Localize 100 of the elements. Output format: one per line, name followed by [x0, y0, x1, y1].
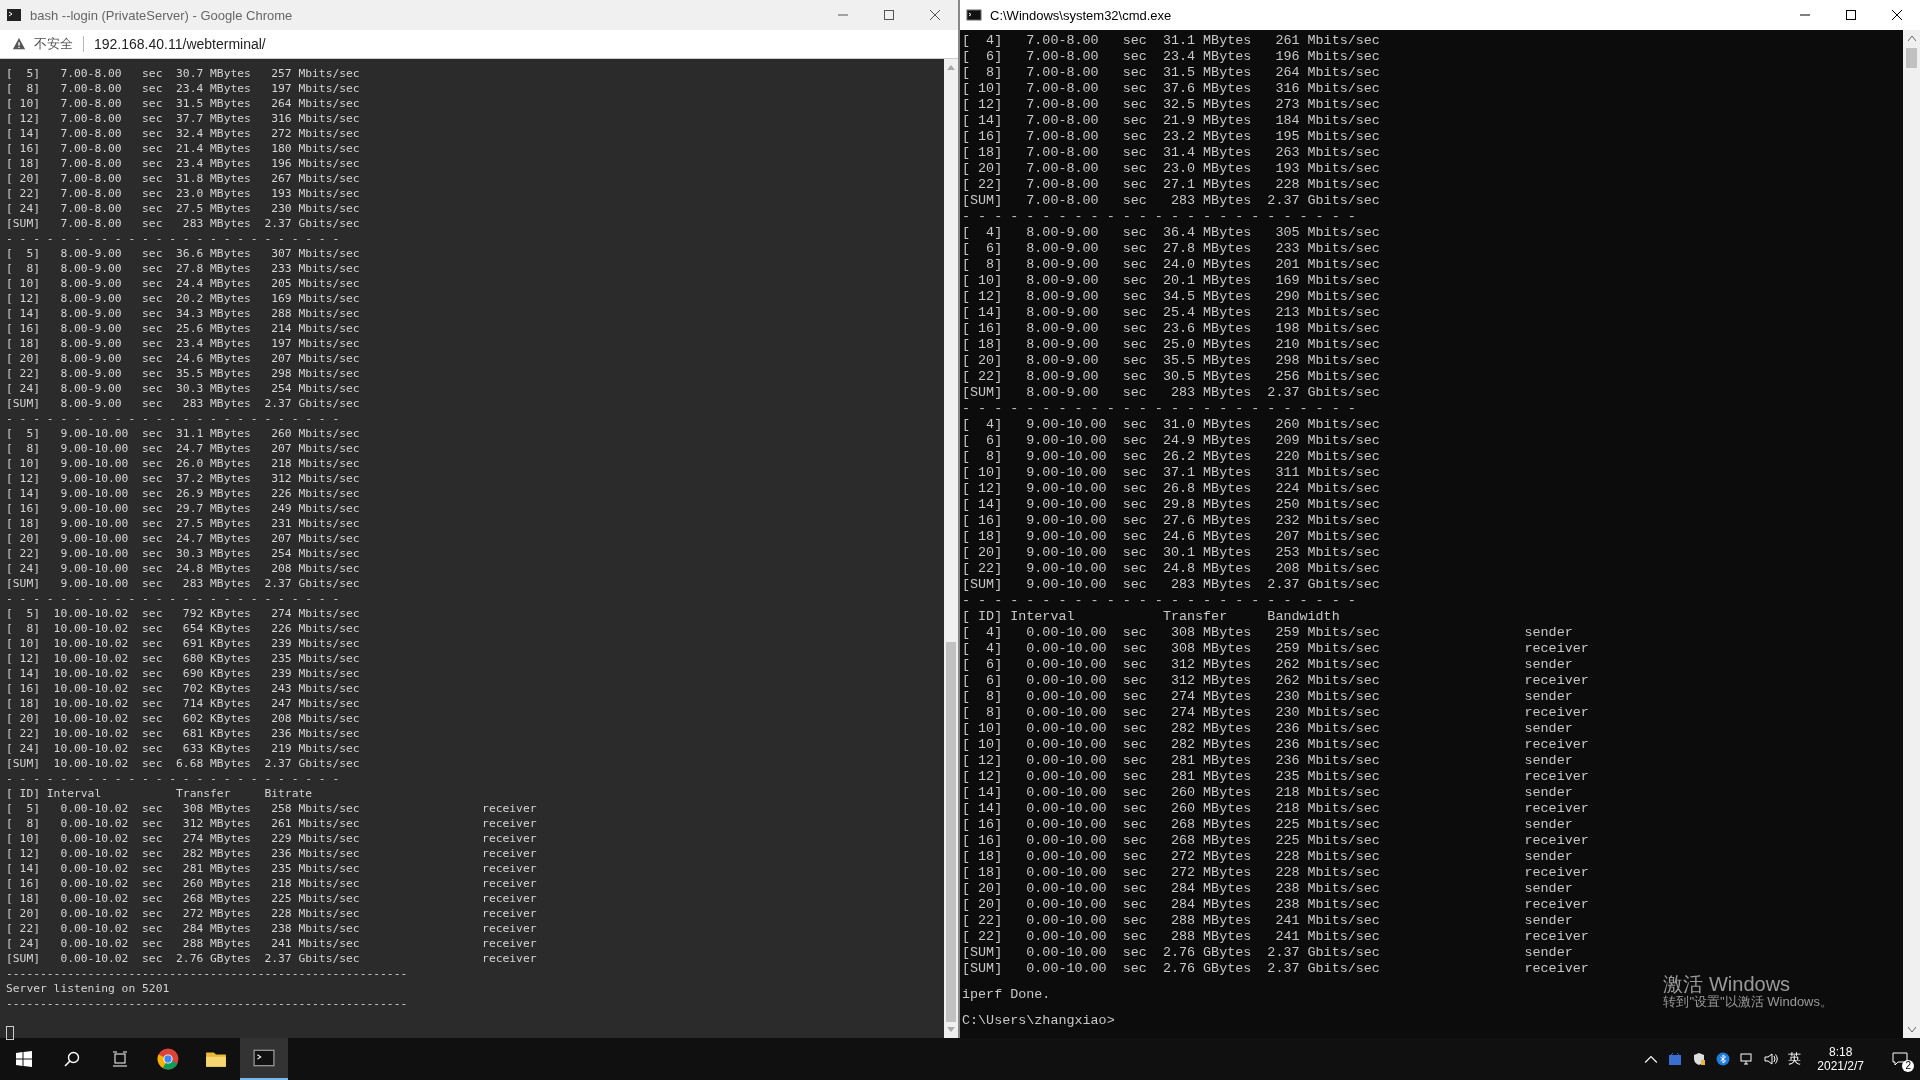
window-title: bash --login (PrivateServer) - Google Chrome	[30, 7, 293, 23]
terminal-line: [ 16] 7.00-8.00 sec 21.4 MBytes 180 Mbits/sec	[6, 141, 360, 156]
terminal-line: [ 18] 8.00-9.00 sec 23.4 MBytes 197 Mbits/sec	[6, 336, 360, 351]
bluetooth-icon[interactable]	[1716, 1052, 1731, 1066]
terminal-line: [SUM] 0.00-10.00 sec 2.76 GBytes 2.37 Gbits/sec sender	[962, 945, 1573, 961]
notification-button[interactable]: 2	[1880, 1038, 1920, 1080]
terminal-line: [ 10] 8.00-9.00 sec 24.4 MBytes 205 Mbits/sec	[6, 276, 360, 291]
terminal-line: [ 24] 0.00-10.02 sec 288 MBytes 241 Mbits/sec receiver	[6, 936, 537, 951]
terminal-line: [ 12] 7.00-8.00 sec 32.5 MBytes 273 Mbits/sec	[962, 97, 1380, 113]
terminal-line: [ 12] 8.00-9.00 sec 20.2 MBytes 169 Mbits/sec	[6, 291, 360, 306]
terminal-line: [ 10] 0.00-10.00 sec 282 MBytes 236 Mbits/sec receiver	[962, 737, 1589, 753]
scrollbar[interactable]	[1903, 30, 1920, 1038]
terminal-line: [ 8] 8.00-9.00 sec 24.0 MBytes 201 Mbits/sec	[962, 257, 1380, 273]
terminal-line: [ 20] 8.00-9.00 sec 35.5 MBytes 298 Mbits/sec	[962, 353, 1380, 369]
terminal-line: [ 10] 0.00-10.00 sec 282 MBytes 236 Mbits/sec sender	[962, 721, 1573, 737]
terminal-line: [ 14] 8.00-9.00 sec 34.3 MBytes 288 Mbits/sec	[6, 306, 360, 321]
shield-icon[interactable]	[1692, 1052, 1707, 1066]
network-icon[interactable]	[1740, 1052, 1755, 1066]
terminal-line: [ 20] 8.00-9.00 sec 24.6 MBytes 207 Mbits/sec	[6, 351, 360, 366]
terminal-line: [ 12] 7.00-8.00 sec 37.7 MBytes 316 Mbits/sec	[6, 111, 360, 126]
terminal-line: [ 10] 8.00-9.00 sec 20.1 MBytes 169 Mbits/sec	[962, 273, 1380, 289]
terminal-line: [ 6] 8.00-9.00 sec 27.8 MBytes 233 Mbits/sec	[962, 241, 1380, 257]
terminal-line: [ 14] 7.00-8.00 sec 21.9 MBytes 184 Mbits/sec	[962, 113, 1380, 129]
terminal-line: [ 16] 0.00-10.00 sec 268 MBytes 225 Mbits/sec sender	[962, 817, 1573, 833]
command-prompt: C:\Users\zhangxiao>	[962, 1013, 1115, 1029]
terminal-line: [ 18] 8.00-9.00 sec 25.0 MBytes 210 Mbits/sec	[962, 337, 1380, 353]
terminal-line: [ 4] 0.00-10.00 sec 308 MBytes 259 Mbits/sec receiver	[962, 641, 1589, 657]
terminal-line: [ 22] 8.00-9.00 sec 30.5 MBytes 256 Mbits/sec	[962, 369, 1380, 385]
terminal-line: [ 12] 10.00-10.02 sec 680 KBytes 235 Mbits/sec	[6, 651, 360, 666]
terminal-line: [ 14] 0.00-10.02 sec 281 MBytes 235 Mbits/sec receiver	[6, 861, 537, 876]
terminal-line: [ 22] 0.00-10.00 sec 288 MBytes 241 Mbits/sec receiver	[962, 929, 1589, 945]
terminal-line: [ 14] 9.00-10.00 sec 26.9 MBytes 226 Mbits/sec	[6, 486, 360, 501]
terminal-line: [ ID] Interval Transfer Bandwidth	[962, 609, 1340, 625]
terminal-line: [ 22] 10.00-10.02 sec 681 KBytes 236 Mbits/sec	[6, 726, 360, 741]
scrollbar-thumb[interactable]	[1906, 48, 1917, 68]
terminal-line: [ 8] 0.00-10.00 sec 274 MBytes 230 Mbits/sec receiver	[962, 705, 1589, 721]
terminal-line: [ 24] 7.00-8.00 sec 27.5 MBytes 230 Mbits/sec	[6, 201, 360, 216]
terminal-line: - - - - - - - - - - - - - - - - - - - - - - - - -	[6, 411, 340, 426]
terminal-line: [ 16] 8.00-9.00 sec 25.6 MBytes 214 Mbits/sec	[6, 321, 360, 336]
terminal-line: - - - - - - - - - - - - - - - - - - - - - - - - -	[962, 593, 1356, 609]
terminal-line: [ 20] 7.00-8.00 sec 31.8 MBytes 267 Mbits/sec	[6, 171, 360, 186]
windows-logo-icon	[16, 1051, 32, 1067]
terminal-line: [ 4] 8.00-9.00 sec 36.4 MBytes 305 Mbits/sec	[962, 225, 1380, 241]
terminal-line: - - - - - - - - - - - - - - - - - - - - - - - - -	[962, 209, 1356, 225]
terminal-line: [ 10] 7.00-8.00 sec 37.6 MBytes 316 Mbits/sec	[962, 81, 1380, 97]
clock-button[interactable]: 8:18 2021/2/7	[1811, 1045, 1870, 1073]
terminal-line: [SUM] 10.00-10.02 sec 6.68 MBytes 2.37 Gbits/sec	[6, 756, 360, 771]
terminal-line: [ 20] 9.00-10.00 sec 30.1 MBytes 253 Mbits/sec	[962, 545, 1380, 561]
terminal-line: [ 14] 7.00-8.00 sec 32.4 MBytes 272 Mbits/sec	[6, 126, 360, 141]
terminal-line: - - - - - - - - - - - - - - - - - - - - - - - - -	[6, 591, 340, 606]
terminal-line: [ 4] 9.00-10.00 sec 31.0 MBytes 260 Mbits/sec	[962, 417, 1380, 433]
terminal-line: [ 24] 8.00-9.00 sec 30.3 MBytes 254 Mbits/sec	[6, 381, 360, 396]
notification-count: 2	[1902, 1060, 1914, 1072]
terminal-line: [ 18] 7.00-8.00 sec 23.4 MBytes 196 Mbits/sec	[6, 156, 360, 171]
terminal-line: [ 20] 7.00-8.00 sec 23.0 MBytes 193 Mbits/sec	[962, 161, 1380, 177]
terminal-line: - - - - - - - - - - - - - - - - - - - - - - - - -	[962, 401, 1356, 417]
terminal-line: [ 5] 9.00-10.00 sec 31.1 MBytes 260 Mbits/sec	[6, 426, 360, 441]
terminal-line: [ 20] 10.00-10.02 sec 602 KBytes 208 Mbits/sec	[6, 711, 360, 726]
terminal-line: [ 16] 0.00-10.02 sec 260 MBytes 218 Mbits/sec receiver	[6, 876, 537, 891]
terminal-line: -----------------------------------------------------------	[6, 966, 408, 981]
scrollbar[interactable]	[944, 59, 958, 1038]
terminal-line: [ 6] 9.00-10.00 sec 24.9 MBytes 209 Mbits/sec	[962, 433, 1380, 449]
terminal-line: [ 18] 0.00-10.00 sec 272 MBytes 228 Mbits/sec sender	[962, 849, 1573, 865]
terminal-line: [SUM] 8.00-9.00 sec 283 MBytes 2.37 Gbits/sec	[6, 396, 360, 411]
volume-icon[interactable]	[1764, 1052, 1779, 1066]
terminal-line: [ 10] 7.00-8.00 sec 31.5 MBytes 264 Mbits/sec	[6, 96, 360, 111]
terminal-line: [ 5] 0.00-10.02 sec 308 MBytes 258 Mbits/sec receiver	[6, 801, 537, 816]
console-taskbar-icon[interactable]	[240, 1038, 288, 1080]
terminal-line: [ 8] 7.00-8.00 sec 31.5 MBytes 264 Mbits/sec	[962, 65, 1380, 81]
terminal-line: [ 24] 9.00-10.00 sec 24.8 MBytes 208 Mbits/sec	[6, 561, 360, 576]
terminal-line: [ 22] 0.00-10.00 sec 288 MBytes 241 Mbits/sec sender	[962, 913, 1573, 929]
terminal-line: [ 12] 0.00-10.02 sec 282 MBytes 236 Mbits/sec receiver	[6, 846, 537, 861]
terminal-line: [ 16] 10.00-10.02 sec 702 KBytes 243 Mbits/sec	[6, 681, 360, 696]
address-bar[interactable]: 不安全 192.168.40.11/webterminal/	[0, 30, 958, 59]
scrollbar-thumb[interactable]	[946, 642, 956, 1022]
terminal-line: [ 12] 0.00-10.00 sec 281 MBytes 235 Mbits/sec receiver	[962, 769, 1589, 785]
terminal-line: [ 12] 9.00-10.00 sec 26.8 MBytes 224 Mbits/sec	[962, 481, 1380, 497]
input-method-button[interactable]: 英	[1788, 1050, 1802, 1068]
terminal-line: [ 18] 10.00-10.02 sec 714 KBytes 247 Mbits/sec	[6, 696, 360, 711]
security-label: 不安全	[34, 35, 73, 53]
terminal-line: Server listening on 5201	[6, 981, 170, 996]
terminal-line: [ 8] 9.00-10.00 sec 26.2 MBytes 220 Mbits/sec	[962, 449, 1380, 465]
terminal-line: [ 14] 8.00-9.00 sec 25.4 MBytes 213 Mbits/sec	[962, 305, 1380, 321]
terminal-line: [ 24] 10.00-10.02 sec 633 KBytes 219 Mbits/sec	[6, 741, 360, 756]
speech-bubble-icon	[1892, 1051, 1908, 1067]
terminal-line: [ 6] 0.00-10.00 sec 312 MBytes 262 Mbits/sec receiver	[962, 673, 1589, 689]
terminal-line: iperf Done.	[962, 987, 1051, 1003]
terminal-line: [ 14] 9.00-10.00 sec 29.8 MBytes 250 Mbits/sec	[962, 497, 1380, 513]
scroll-down-icon[interactable]	[1907, 1027, 1916, 1033]
terminal-line: -----------------------------------------------------------	[6, 996, 408, 1011]
terminal-line: [ 18] 0.00-10.02 sec 268 MBytes 225 Mbits/sec receiver	[6, 891, 537, 906]
terminal-line: [ 20] 0.00-10.02 sec 272 MBytes 228 Mbits/sec receiver	[6, 906, 537, 921]
scroll-up-icon[interactable]	[1907, 35, 1916, 41]
terminal-line: [ 4] 0.00-10.00 sec 308 MBytes 259 Mbits/sec sender	[962, 625, 1573, 641]
warning-icon	[12, 37, 26, 51]
terminal-line: [ 20] 9.00-10.00 sec 24.7 MBytes 207 Mbits/sec	[6, 531, 360, 546]
app-tray-icon[interactable]	[1668, 1052, 1683, 1066]
terminal-line: [ 10] 9.00-10.00 sec 37.1 MBytes 311 Mbits/sec	[962, 465, 1380, 481]
terminal-line: [ 16] 9.00-10.00 sec 29.7 MBytes 249 Mbits/sec	[6, 501, 360, 516]
terminal-line: [ 10] 0.00-10.02 sec 274 MBytes 229 Mbits/sec receiver	[6, 831, 537, 846]
